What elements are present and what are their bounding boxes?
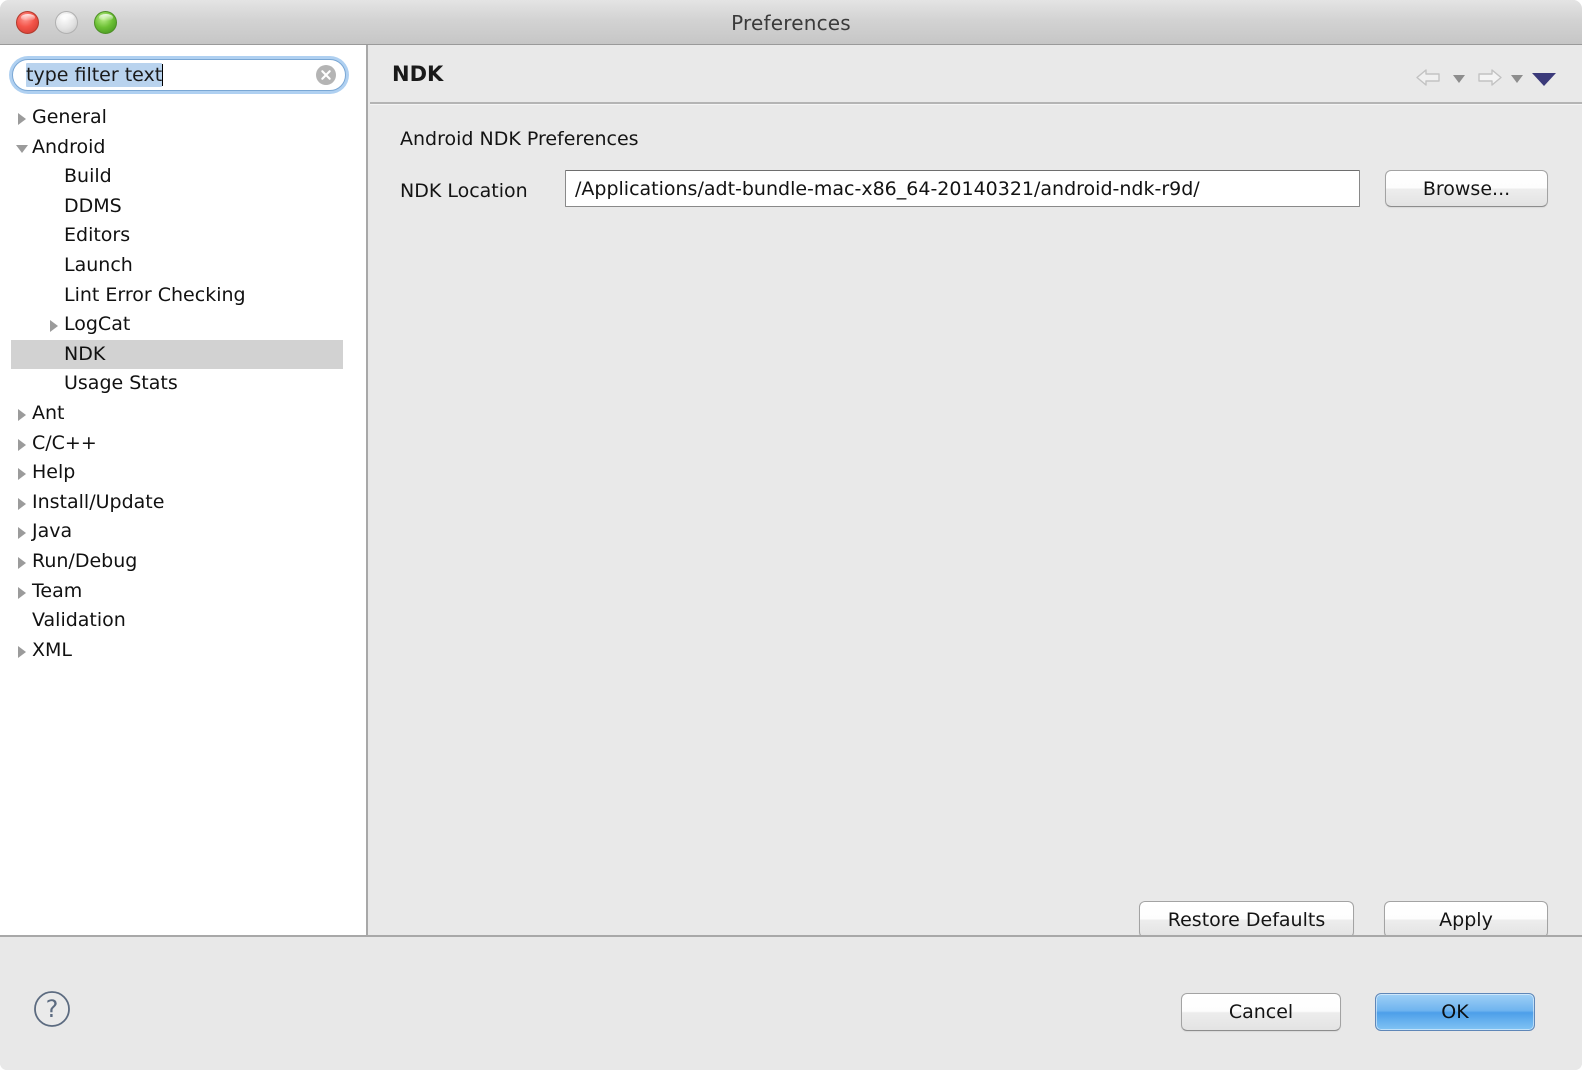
twisty-collapsed-icon[interactable] — [14, 577, 30, 607]
restore-defaults-button[interactable]: Restore Defaults — [1139, 901, 1354, 938]
tree-item-label: Run/Debug — [32, 549, 138, 572]
tree-item-editors[interactable]: Editors — [11, 221, 343, 251]
ndk-location-label: NDK Location — [400, 180, 528, 202]
tree-item-general[interactable]: General — [11, 103, 343, 133]
tree-item-label: Lint Error Checking — [64, 283, 246, 306]
tree-item-label: Ant — [32, 401, 65, 424]
tree-item-label: Usage Stats — [64, 372, 178, 395]
forward-history-caret-down-icon[interactable] — [1506, 65, 1528, 91]
svg-text:?: ? — [46, 995, 59, 1023]
filter-field[interactable]: type filter text — [12, 59, 346, 91]
tree-item-java[interactable]: Java — [11, 517, 343, 547]
dialog-content: type filter text General Android Build DDMS… — [0, 45, 1582, 938]
tree-item-validation[interactable]: Validation — [11, 606, 343, 636]
tree-item-label: Launch — [64, 253, 133, 276]
tree-item-c-c[interactable]: C/C++ — [11, 429, 343, 459]
tree-item-label: Install/Update — [32, 490, 165, 513]
tree-item-android[interactable]: Android — [11, 133, 343, 163]
ndk-preference-page: NDK Android NDK Preferences NDK Location… — [370, 45, 1582, 938]
page-subtitle: Android NDK Preferences — [400, 128, 639, 150]
window-title-bar: Preferences — [0, 0, 1582, 45]
tree-item-ndk[interactable]: NDK — [11, 339, 343, 370]
twisty-collapsed-icon[interactable] — [14, 399, 30, 429]
dialog-button-bar: ? Cancel OK — [0, 935, 1582, 1070]
tree-item-ant[interactable]: Ant — [11, 399, 343, 429]
tree-item-label: Editors — [64, 224, 131, 247]
twisty-collapsed-icon[interactable] — [14, 103, 30, 133]
tree-item-label: C/C++ — [32, 431, 97, 454]
tree-item-ddms[interactable]: DDMS — [11, 192, 343, 222]
tree-item-logcat[interactable]: LogCat — [11, 310, 343, 340]
page-title: NDK — [392, 62, 444, 86]
arrow-right-icon[interactable] — [1470, 65, 1506, 91]
twisty-expanded-icon[interactable] — [14, 133, 30, 163]
preferences-tree[interactable]: General Android Build DDMS Editors Launch Lint… — [11, 103, 343, 665]
page-header-divider — [370, 102, 1582, 105]
twisty-collapsed-icon[interactable] — [14, 488, 30, 518]
tree-item-help[interactable]: Help — [11, 458, 343, 488]
window-title: Preferences — [731, 11, 851, 35]
tree-item-label: NDK — [64, 342, 106, 365]
tree-item-label: LogCat — [64, 313, 131, 336]
tree-item-label: Validation — [32, 609, 126, 632]
tree-item-label: XML — [32, 638, 72, 661]
arrow-left-icon[interactable] — [1412, 65, 1448, 91]
tree-item-run-debug[interactable]: Run/Debug — [11, 547, 343, 577]
triangle-down-icon[interactable] — [1528, 65, 1560, 91]
tree-item-label: Java — [32, 520, 73, 543]
tree-item-launch[interactable]: Launch — [11, 251, 343, 281]
twisty-collapsed-icon[interactable] — [46, 310, 62, 340]
preferences-sidebar: type filter text General Android Build DDMS… — [0, 45, 368, 935]
ndk-location-input[interactable] — [565, 170, 1360, 207]
clear-circle-icon[interactable] — [316, 65, 336, 85]
tree-item-label: General — [32, 106, 107, 128]
tree-item-label: Team — [32, 579, 83, 602]
twisty-collapsed-icon[interactable] — [14, 636, 30, 666]
tree-item-usage-stats[interactable]: Usage Stats — [11, 369, 343, 399]
tree-item-label: Build — [64, 165, 112, 188]
tree-item-xml[interactable]: XML — [11, 636, 343, 666]
twisty-collapsed-icon[interactable] — [14, 517, 30, 547]
tree-item-team[interactable]: Team — [11, 577, 343, 607]
filter-field-focus-ring — [12, 59, 346, 91]
tree-item-label: Android — [32, 135, 106, 158]
tree-item-lint-error-checking[interactable]: Lint Error Checking — [11, 281, 343, 311]
tree-item-build[interactable]: Build — [11, 162, 343, 192]
preferences-window: Preferences type filter text General Andr… — [0, 0, 1582, 1070]
tree-item-label: Help — [32, 461, 76, 484]
apply-button[interactable]: Apply — [1384, 901, 1548, 938]
browse-button[interactable]: Browse... — [1385, 170, 1548, 207]
tree-item-install-update[interactable]: Install/Update — [11, 488, 343, 518]
filter-text-caret — [162, 64, 164, 86]
page-navigation-toolbar — [1412, 63, 1560, 93]
tree-item-label: DDMS — [64, 194, 122, 217]
back-history-caret-down-icon[interactable] — [1448, 65, 1470, 91]
twisty-collapsed-icon[interactable] — [14, 547, 30, 577]
twisty-collapsed-icon[interactable] — [14, 458, 30, 488]
cancel-button[interactable]: Cancel — [1181, 993, 1341, 1031]
twisty-collapsed-icon[interactable] — [14, 429, 30, 459]
ok-button[interactable]: OK — [1375, 993, 1535, 1031]
question-circle-icon[interactable]: ? — [33, 990, 71, 1028]
